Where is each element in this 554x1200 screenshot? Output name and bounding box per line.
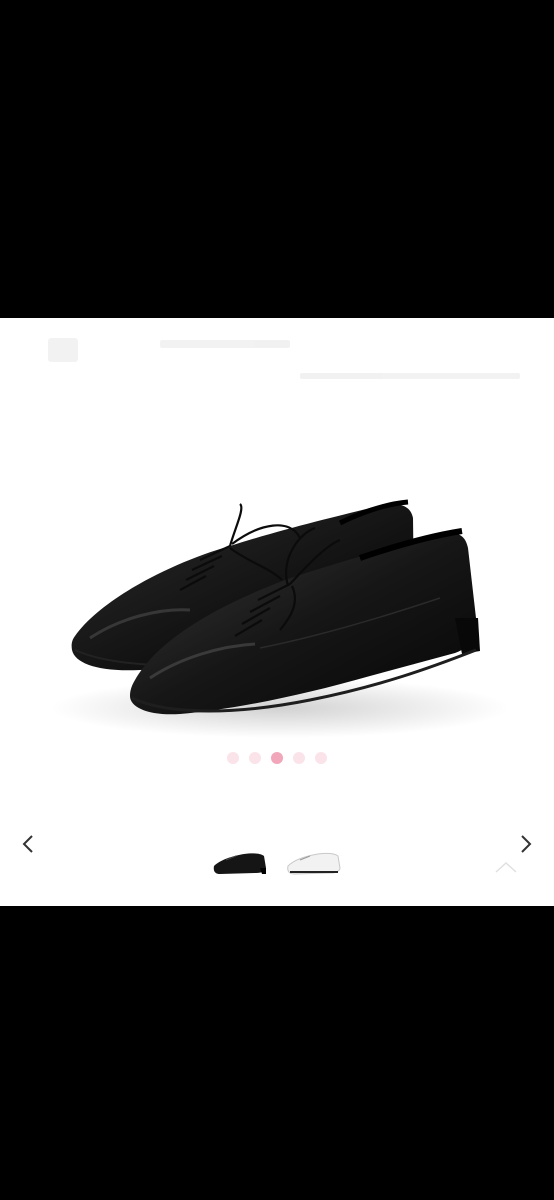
carousel-dot[interactable] (293, 752, 305, 764)
product-image (48, 338, 520, 738)
thumb-white-shoe[interactable] (280, 838, 346, 878)
chevron-right-icon (521, 835, 532, 853)
prev-button[interactable] (10, 828, 46, 860)
bottom-letterbox (0, 906, 554, 1200)
thumb-black-shoe[interactable] (206, 838, 272, 878)
carousel-dot[interactable] (227, 752, 239, 764)
carousel-dot[interactable] (315, 752, 327, 764)
top-letterbox (0, 0, 554, 318)
carousel-dots (0, 752, 554, 764)
variant-thumbnails (206, 838, 346, 878)
carousel-dot-active[interactable] (271, 752, 283, 764)
carousel-dot[interactable] (249, 752, 261, 764)
chevron-left-icon (22, 835, 33, 853)
product-image-viewer (0, 318, 554, 906)
chevron-up-icon[interactable] (494, 860, 518, 874)
next-button[interactable] (508, 828, 544, 860)
